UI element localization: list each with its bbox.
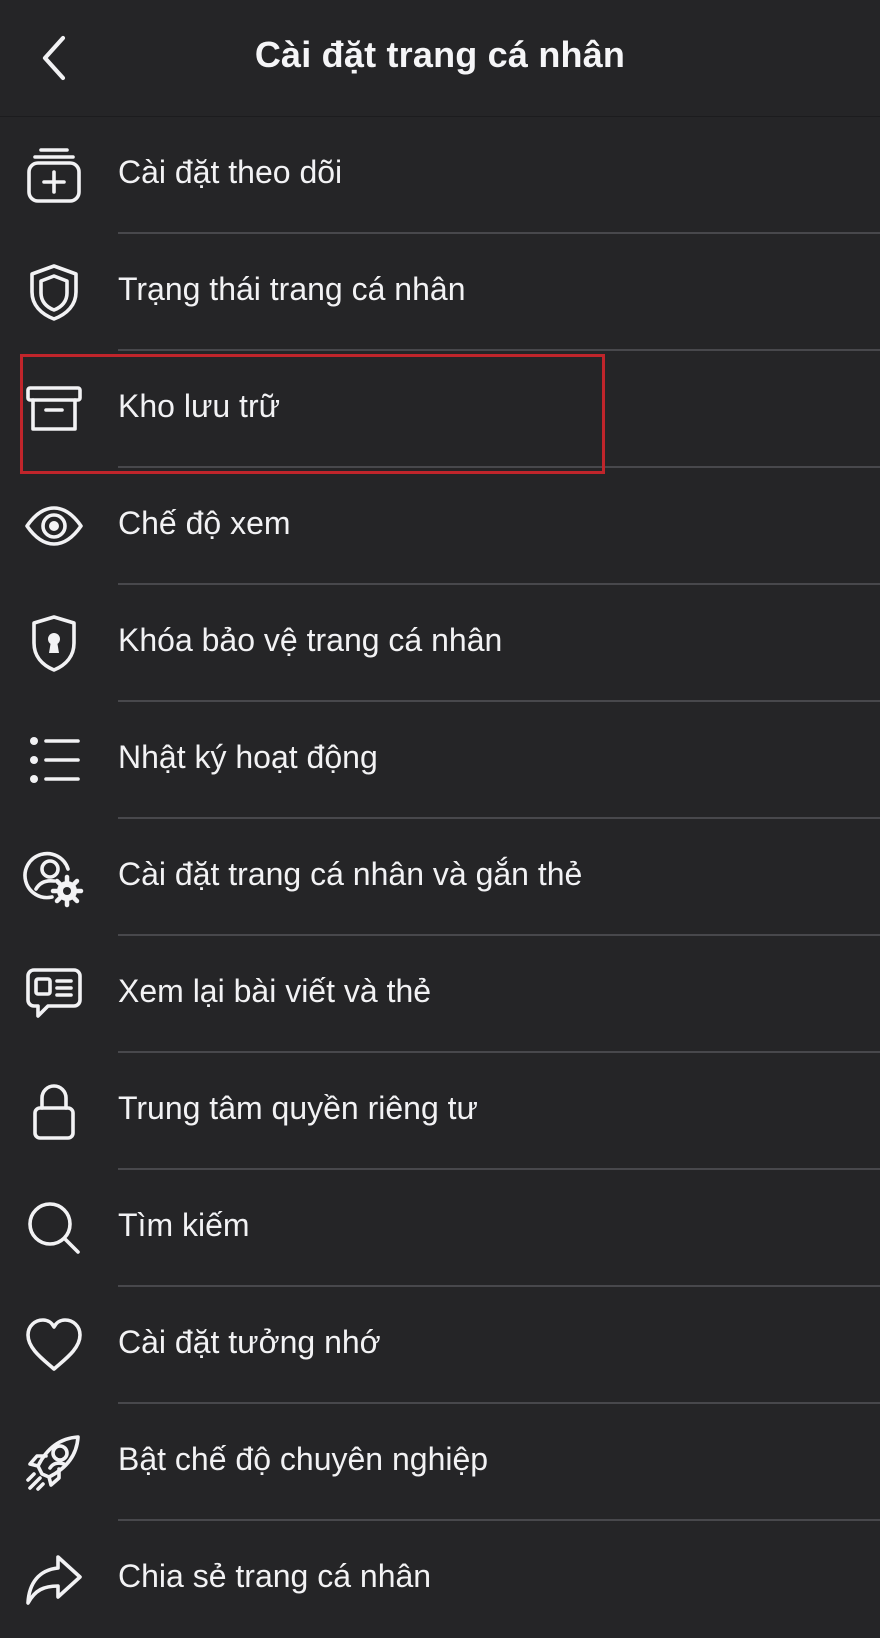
list-icon <box>24 730 84 790</box>
archive-box-icon <box>24 379 84 439</box>
menu-item-review-posts[interactable]: Xem lại bài viết và thẻ <box>0 936 880 1053</box>
menu-item-search[interactable]: Tìm kiếm <box>0 1170 880 1287</box>
menu-item-view-mode[interactable]: Chế độ xem <box>0 468 880 585</box>
menu-item-label: Chia sẻ trang cá nhân <box>118 1558 432 1594</box>
menu-item-label: Cài đặt trang cá nhân và gắn thẻ <box>118 856 583 892</box>
heart-icon <box>24 1315 84 1375</box>
menu-item-follow-settings[interactable]: Cài đặt theo dõi <box>0 117 880 234</box>
menu-item-label: Bật chế độ chuyên nghiệp <box>118 1441 489 1477</box>
menu-item-label: Trung tâm quyền riêng tư <box>118 1090 478 1126</box>
search-icon <box>24 1198 84 1258</box>
menu-item-memorial-settings[interactable]: Cài đặt tưởng nhớ <box>0 1287 880 1404</box>
menu-item-label: Khóa bảo vệ trang cá nhân <box>118 622 503 658</box>
menu-item-label: Cài đặt theo dõi <box>118 154 343 190</box>
menu-item-profile-tagging[interactable]: Cài đặt trang cá nhân và gắn thẻ <box>0 819 880 936</box>
top-bar: Cài đặt trang cá nhân <box>0 0 880 117</box>
menu-item-share-profile[interactable]: Chia sẻ trang cá nhân <box>0 1521 880 1638</box>
post-review-icon <box>24 964 84 1024</box>
menu-item-privacy-center[interactable]: Trung tâm quyền riêng tư <box>0 1053 880 1170</box>
menu-item-label: Kho lưu trữ <box>118 388 281 424</box>
page-title: Cài đặt trang cá nhân <box>254 34 626 75</box>
menu-item-label: Cài đặt tưởng nhớ <box>118 1324 381 1360</box>
professional-mode-icon <box>24 1432 84 1492</box>
user-gear-icon <box>23 847 84 908</box>
settings-menu: Cài đặt theo dõi Trạng thái trang cá nhâ… <box>0 117 880 1638</box>
menu-item-label: Tìm kiếm <box>118 1207 250 1243</box>
menu-item-archive[interactable]: Kho lưu trữ <box>0 351 880 468</box>
shield-keyhole-icon <box>24 613 84 673</box>
follow-settings-icon <box>24 145 84 205</box>
menu-item-profile-lock[interactable]: Khóa bảo vệ trang cá nhân <box>0 585 880 702</box>
menu-item-label: Xem lại bài viết và thẻ <box>118 973 432 1009</box>
shield-icon <box>24 262 84 322</box>
menu-item-profile-status[interactable]: Trạng thái trang cá nhân <box>0 234 880 351</box>
menu-item-activity-log[interactable]: Nhật ký hoạt động <box>0 702 880 819</box>
share-arrow-icon <box>24 1549 84 1609</box>
menu-item-label: Trạng thái trang cá nhân <box>118 271 466 307</box>
menu-item-professional-mode[interactable]: Bật chế độ chuyên nghiệp <box>0 1404 880 1521</box>
menu-item-label: Nhật ký hoạt động <box>118 739 378 775</box>
eye-icon <box>24 496 84 556</box>
menu-item-label: Chế độ xem <box>118 505 291 541</box>
lock-icon <box>24 1081 84 1141</box>
